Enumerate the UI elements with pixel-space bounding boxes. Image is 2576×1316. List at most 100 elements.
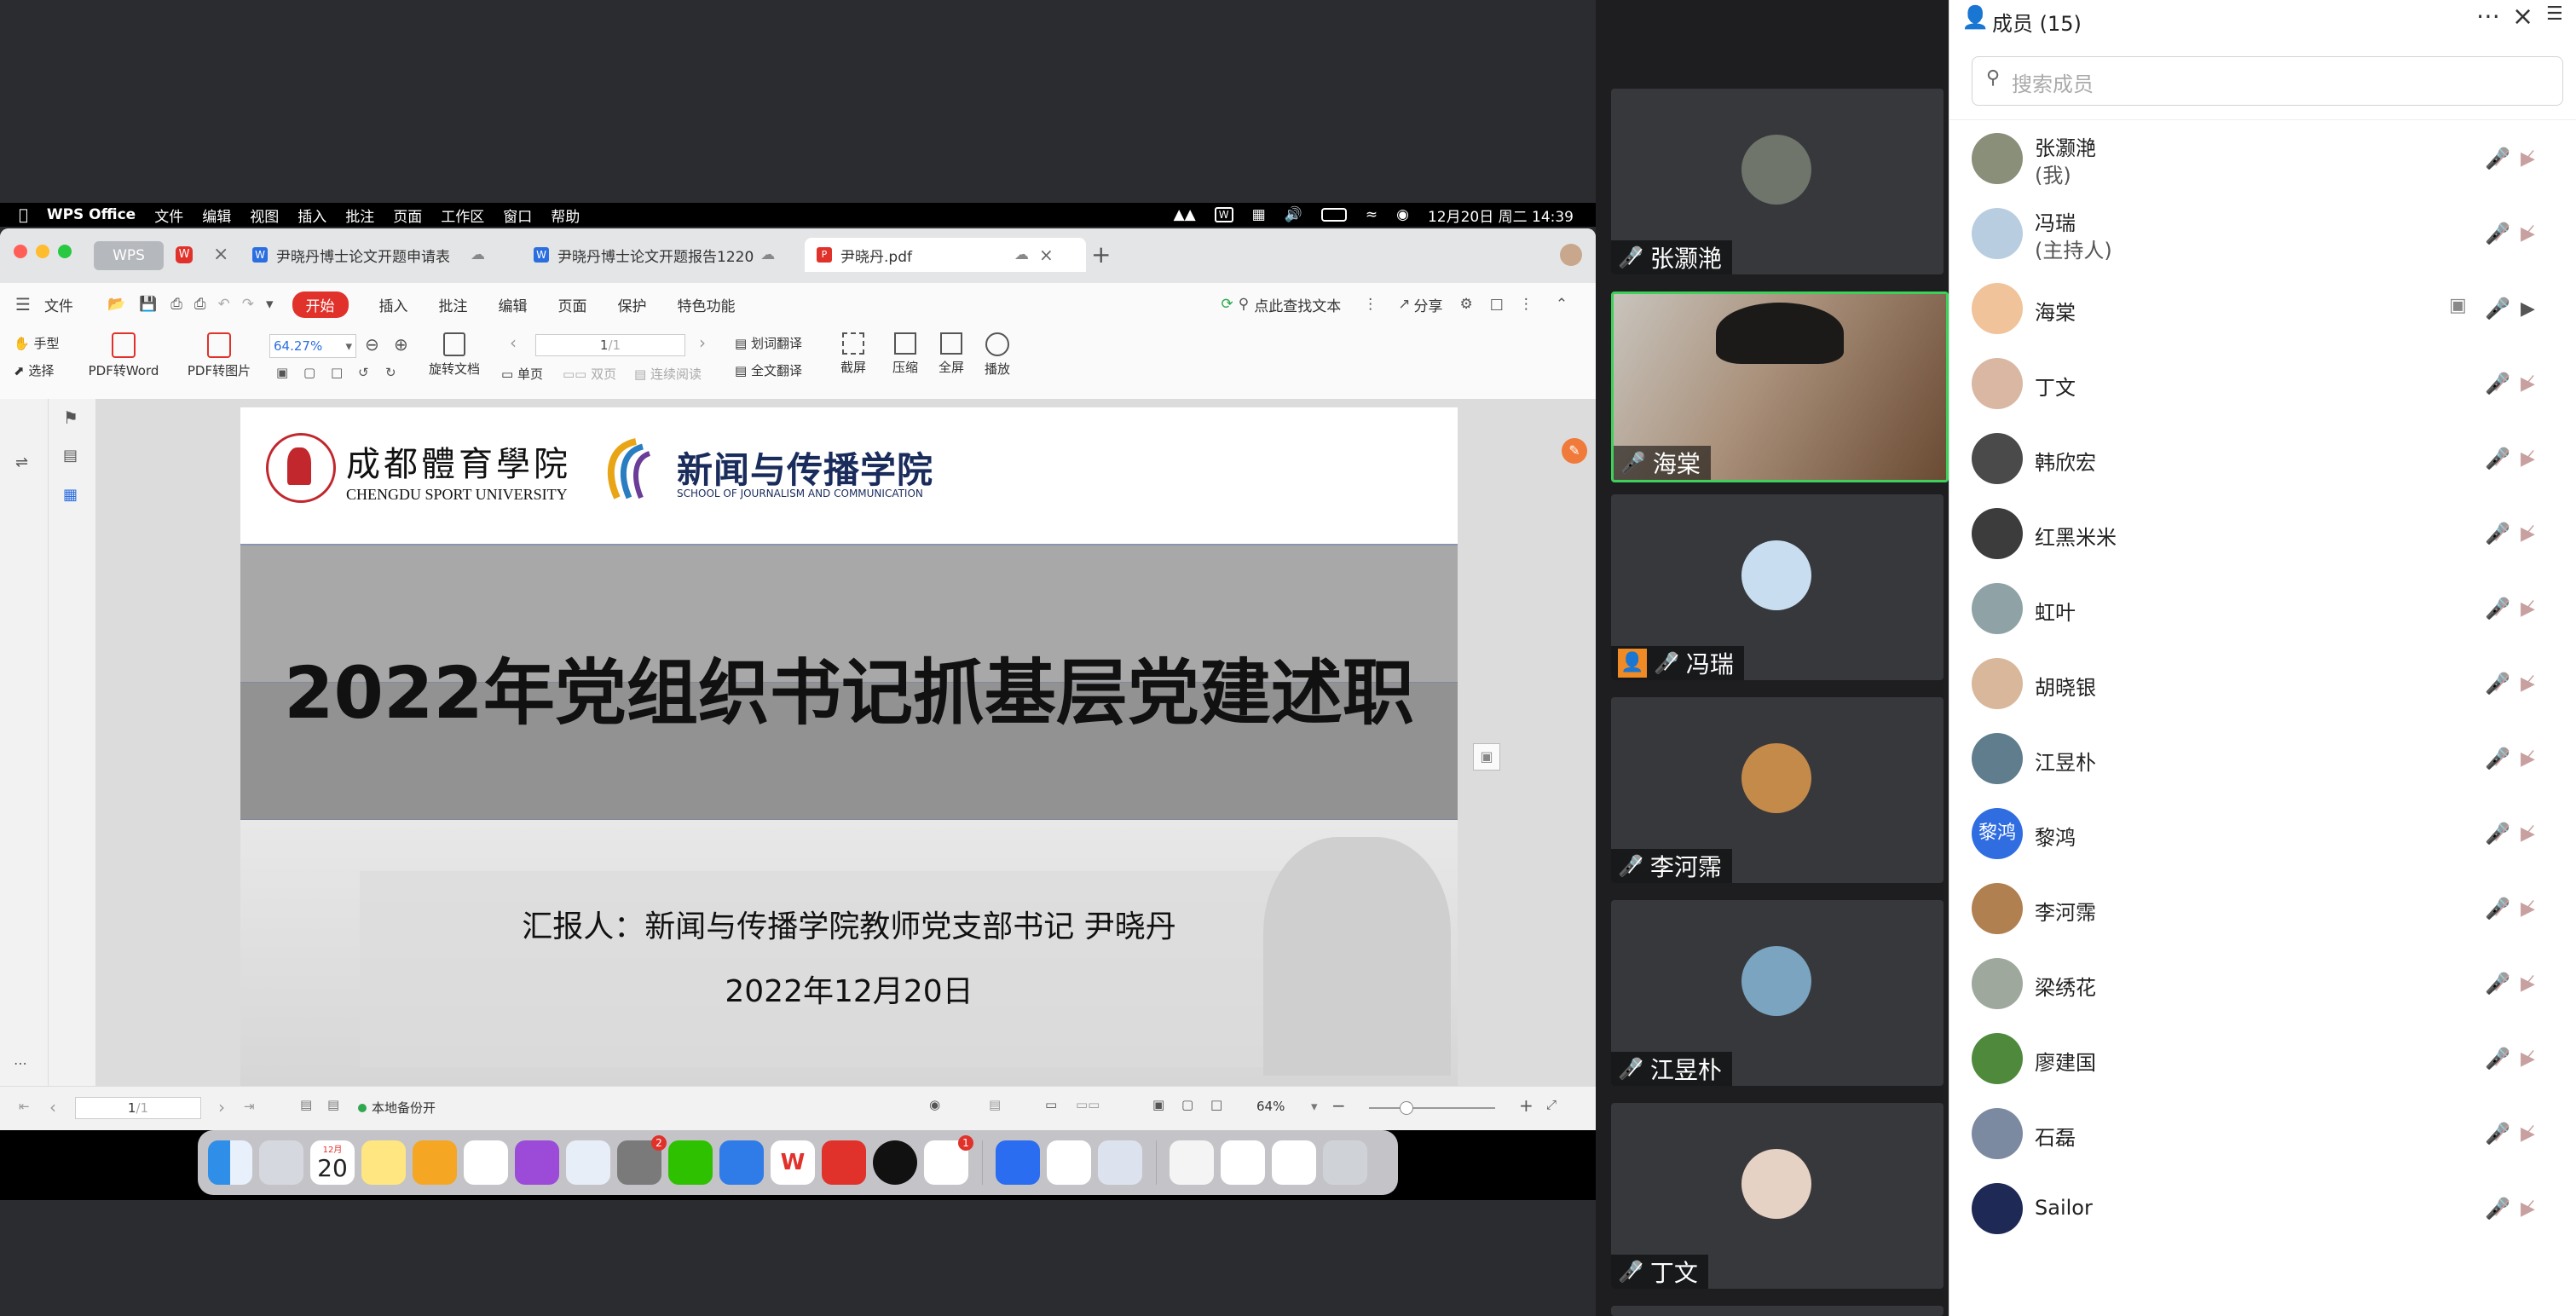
hand-tool[interactable]: ✋ 手型 bbox=[14, 334, 59, 352]
zoom-out-icon[interactable]: ⊖ bbox=[365, 334, 379, 355]
collapse-ribbon-icon[interactable]: ⌃ bbox=[1556, 296, 1568, 313]
fit-page-icon[interactable]: ▢ bbox=[1181, 1097, 1193, 1112]
compress-button[interactable]: 压缩 bbox=[888, 332, 922, 376]
capture-icon[interactable]: ▣ bbox=[1473, 743, 1500, 771]
menu-protect[interactable]: 保护 bbox=[618, 294, 647, 315]
member-row[interactable]: 黎鸿 黎鸿 🎤̸ ▶̸ bbox=[1949, 796, 2576, 871]
tab-doc-application[interactable]: W 尹晓丹博士论文开题申请表 ☁ bbox=[252, 238, 500, 272]
status-zoom-value[interactable]: 64% bbox=[1256, 1099, 1285, 1114]
video-tile-5[interactable]: 🎤̸ 江昱朴 bbox=[1611, 900, 1944, 1086]
fit-width-icon[interactable]: □ bbox=[1210, 1097, 1222, 1112]
camera-off-icon[interactable]: ▶̸ bbox=[2521, 373, 2535, 395]
more-icon[interactable]: ⋯ bbox=[14, 1055, 27, 1071]
camera-off-icon[interactable]: ▶̸ bbox=[2521, 523, 2535, 545]
first-page-icon[interactable]: ⇤ bbox=[19, 1099, 30, 1114]
close-icon[interactable]: × bbox=[2512, 2, 2533, 32]
menubar-item-view[interactable]: 视图 bbox=[250, 205, 279, 226]
video-tile-6[interactable]: 🎤̸ 丁文 bbox=[1611, 1103, 1944, 1289]
wps-dock-icon[interactable]: W bbox=[771, 1140, 815, 1185]
actual-size-icon[interactable]: ▣ bbox=[1152, 1097, 1164, 1112]
single-view-icon[interactable]: ▭ bbox=[1045, 1097, 1057, 1112]
menu-page[interactable]: 页面 bbox=[558, 294, 587, 315]
search-icon[interactable]: ⚲ bbox=[1239, 296, 1249, 313]
podcasts-icon[interactable] bbox=[515, 1140, 559, 1185]
menubar-item-workspace[interactable]: 工作区 bbox=[441, 205, 484, 226]
launchpad-icon[interactable] bbox=[259, 1140, 303, 1185]
close-tab-icon[interactable]: × bbox=[213, 244, 228, 265]
rotate-left-icon[interactable]: ↺ bbox=[358, 365, 369, 380]
mic-muted-icon[interactable]: 🎤̸ bbox=[2485, 372, 2510, 395]
member-row[interactable]: 海棠 ▣ 🎤 ▶ bbox=[1949, 271, 2576, 346]
open-icon[interactable]: 📂 bbox=[107, 296, 125, 313]
menu-icon[interactable]: ☰ bbox=[2546, 3, 2563, 25]
annotation-list-icon[interactable]: ▦ bbox=[63, 486, 78, 504]
redo-icon[interactable]: ↷ bbox=[242, 296, 254, 313]
member-row[interactable]: Sailor 🎤̸ ▶̸ bbox=[1949, 1171, 2576, 1246]
video-tile-4[interactable]: 🎤̸ 李河霈 bbox=[1611, 697, 1944, 883]
downloads-stack-icon[interactable] bbox=[1272, 1140, 1316, 1185]
menubar-item-file[interactable]: 文件 bbox=[154, 205, 183, 226]
mic-muted-icon[interactable]: 🎤̸ bbox=[2485, 147, 2510, 170]
camera-off-icon[interactable]: ▶̸ bbox=[2521, 973, 2535, 995]
member-row[interactable]: 丁文 🎤̸ ▶̸ bbox=[1949, 346, 2576, 421]
mic-muted-icon[interactable]: 🎤̸ bbox=[2485, 897, 2510, 921]
member-row[interactable]: 江昱朴 🎤̸ ▶̸ bbox=[1949, 721, 2576, 796]
new-tab-icon[interactable]: + bbox=[1091, 240, 1111, 268]
floating-assistant-icon[interactable]: ✎ bbox=[1562, 438, 1587, 464]
wifi-icon[interactable]: ≈ bbox=[1366, 206, 1378, 223]
print-icon[interactable]: ⎙ bbox=[170, 296, 182, 313]
numbers-icon[interactable] bbox=[464, 1140, 508, 1185]
settings-icon[interactable]: ⚙ bbox=[1460, 296, 1473, 313]
screen-share-icon[interactable]: ▣ bbox=[2449, 295, 2467, 316]
sync-icon[interactable]: ⟳ bbox=[1222, 296, 1233, 313]
next-page-icon[interactable]: › bbox=[218, 1097, 225, 1117]
minimize-window-button[interactable] bbox=[36, 245, 49, 258]
zoom-select[interactable]: 64.27% ▾ bbox=[269, 334, 356, 358]
share-button[interactable]: 分享 bbox=[1414, 294, 1443, 315]
status-page-input[interactable]: 1/1 bbox=[75, 1097, 201, 1119]
comment-icon[interactable]: □ bbox=[1490, 296, 1504, 313]
share-icon[interactable]: ↗ bbox=[1398, 296, 1410, 313]
member-row[interactable]: 梁绣花 🎤̸ ▶̸ bbox=[1949, 946, 2576, 1021]
expand-right-icon[interactable]: ▤ bbox=[327, 1097, 339, 1112]
camera-off-icon[interactable]: ▶̸ bbox=[2521, 673, 2535, 695]
menubar-item-insert[interactable]: 插入 bbox=[297, 205, 326, 226]
hamburger-icon[interactable]: ☰ bbox=[15, 294, 31, 315]
notes-icon[interactable] bbox=[361, 1140, 406, 1185]
zoom-dropdown-icon[interactable]: ▾ bbox=[1311, 1099, 1318, 1114]
qq-icon[interactable] bbox=[873, 1140, 917, 1185]
more-horizontal-icon[interactable]: ⋯ bbox=[2476, 2, 2500, 30]
apple-icon[interactable]:  bbox=[19, 206, 28, 224]
menubar-item-edit[interactable]: 编辑 bbox=[202, 205, 231, 226]
mic-muted-icon[interactable]: 🎤̸ bbox=[2485, 222, 2510, 245]
save-icon[interactable]: 💾 bbox=[139, 296, 157, 313]
backup-status[interactable]: 本地备份开 bbox=[358, 1099, 436, 1117]
preview-icon[interactable] bbox=[1098, 1140, 1142, 1185]
member-row[interactable]: 廖建国 🎤̸ ▶̸ bbox=[1949, 1021, 2576, 1096]
thumbnail-icon[interactable]: ▤ bbox=[63, 447, 78, 465]
member-row[interactable]: 红黑米米 🎤̸ ▶̸ bbox=[1949, 496, 2576, 571]
zoom-window-button[interactable] bbox=[58, 245, 72, 258]
play-button[interactable]: 播放 bbox=[980, 332, 1014, 378]
camera-off-icon[interactable]: ▶̸ bbox=[2521, 148, 2535, 170]
fit-width-icon[interactable]: □ bbox=[331, 365, 343, 380]
double-page-button[interactable]: ▭▭ 双页 bbox=[563, 365, 616, 383]
camera-off-icon[interactable]: ▶̸ bbox=[2521, 823, 2535, 845]
camera-off-icon[interactable]: ▶̸ bbox=[2521, 598, 2535, 620]
wps-logo-icon[interactable]: W bbox=[176, 246, 193, 263]
netease-music-icon[interactable] bbox=[822, 1140, 866, 1185]
mic-muted-icon[interactable]: 🎤̸ bbox=[2485, 747, 2510, 771]
bookmark-icon[interactable]: ⚑ bbox=[63, 407, 78, 428]
video-tile-7-partial[interactable] bbox=[1611, 1306, 1944, 1316]
menubar-item-help[interactable]: 帮助 bbox=[551, 205, 580, 226]
page-number-input[interactable]: 1/1 bbox=[535, 334, 685, 356]
fullscreen-button[interactable]: 全屏 bbox=[934, 332, 968, 376]
camera-off-icon[interactable]: ▶̸ bbox=[2521, 1048, 2535, 1070]
tab-pdf-active[interactable]: P 尹晓丹.pdf ☁ × bbox=[805, 238, 1086, 272]
pdf-to-image-button[interactable]: PDF转图片 bbox=[181, 332, 257, 379]
actual-size-icon[interactable]: ▣ bbox=[276, 365, 288, 380]
mic-muted-icon[interactable]: 🎤̸ bbox=[2485, 1122, 2510, 1146]
menu-annotate[interactable]: 批注 bbox=[439, 294, 468, 315]
menu-edit[interactable]: 编辑 bbox=[499, 294, 528, 315]
find-text-button[interactable]: 点此查找文本 bbox=[1254, 294, 1341, 315]
